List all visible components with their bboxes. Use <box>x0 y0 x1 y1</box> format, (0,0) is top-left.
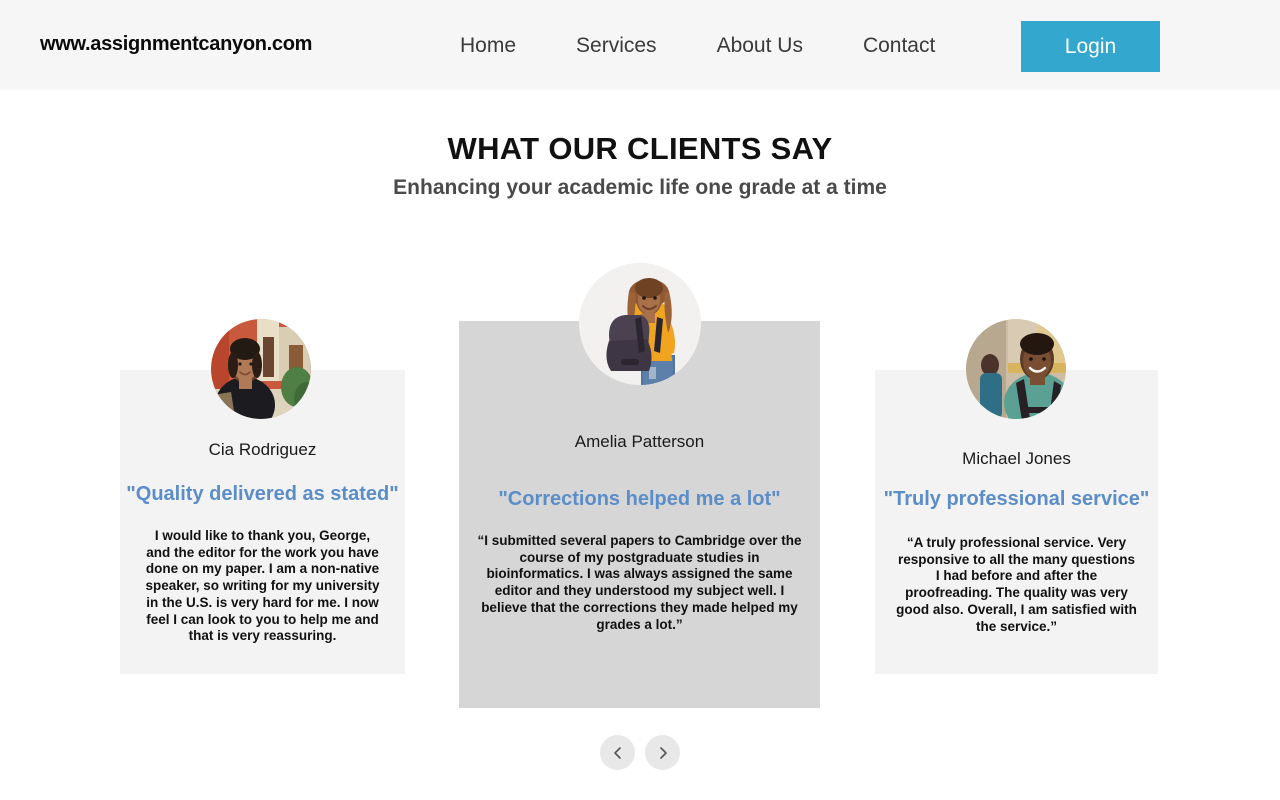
avatar <box>579 263 701 385</box>
chevron-right-icon <box>656 746 670 760</box>
carousel-next-button[interactable] <box>645 735 680 770</box>
avatar <box>211 319 311 419</box>
client-quote: I would like to thank you, George, and t… <box>145 528 380 644</box>
client-quote: “I submitted several papers to Cambridge… <box>477 533 802 632</box>
client-headline: "Corrections helped me a lot" <box>498 488 781 510</box>
nav-item-home[interactable]: Home <box>430 35 546 56</box>
page-title: WHAT OUR CLIENTS SAY <box>447 131 833 166</box>
client-name: Amelia Patterson <box>574 432 705 451</box>
login-button[interactable]: Login <box>1021 21 1160 72</box>
chevron-left-icon <box>611 746 625 760</box>
client-headline: "Quality delivered as stated" <box>126 483 399 505</box>
page-subtitle: Enhancing your academic life one grade a… <box>393 176 887 199</box>
nav-item-about-us[interactable]: About Us <box>687 35 833 56</box>
client-headline: "Truly professional service" <box>883 488 1150 510</box>
brand-logo[interactable]: www.assignmentcanyon.com <box>40 33 312 56</box>
nav-item-services[interactable]: Services <box>546 35 687 56</box>
client-name: Cia Rodriguez <box>208 440 317 459</box>
carousel-navigation <box>0 735 1280 770</box>
carousel-prev-button[interactable] <box>600 735 635 770</box>
site-header: www.assignmentcanyon.com Home Services A… <box>0 0 1280 90</box>
client-name: Michael Jones <box>962 449 1071 468</box>
main-navigation: Home Services About Us Contact <box>430 0 965 90</box>
client-quote: “A truly professional service. Very resp… <box>896 535 1137 634</box>
nav-item-contact[interactable]: Contact <box>833 35 965 56</box>
avatar <box>966 319 1066 419</box>
